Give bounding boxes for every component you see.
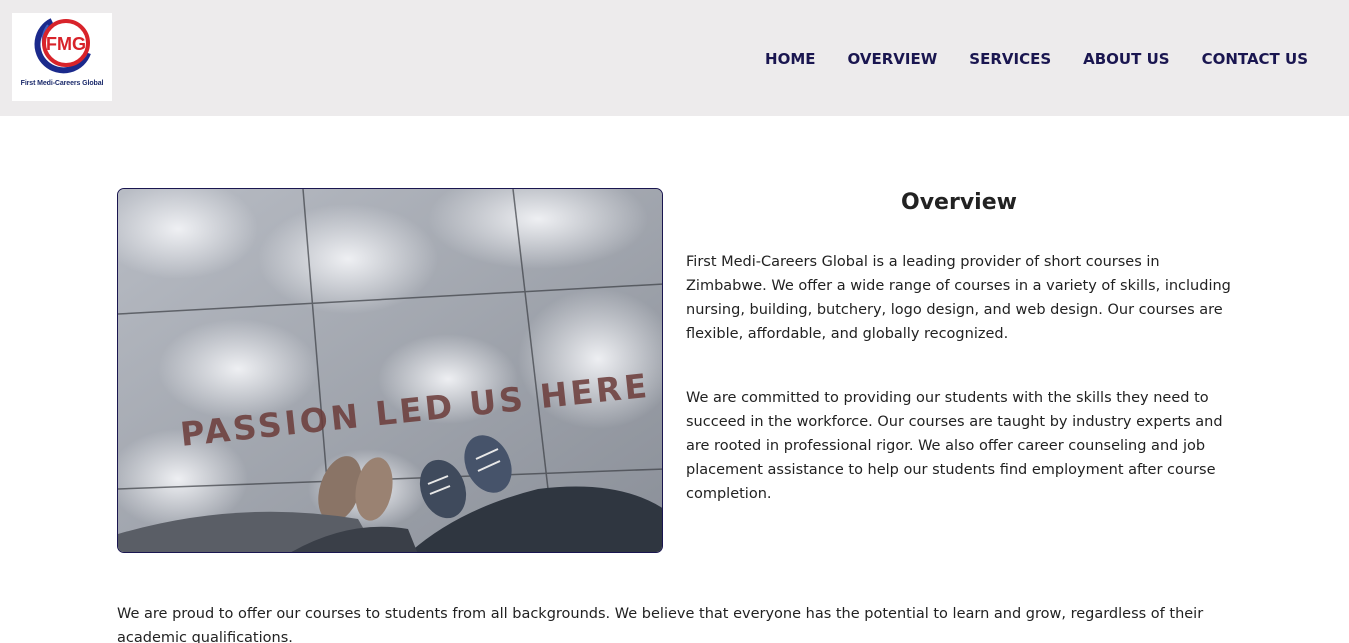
hero-image: PASSION LED US HERE [117,188,663,553]
nav-overview[interactable]: OVERVIEW [848,50,938,68]
overview-title: Overview [901,190,1017,215]
nav-contact-us[interactable]: CONTACT US [1202,50,1308,68]
nav-about-us[interactable]: ABOUT US [1083,50,1169,68]
logo-monogram: FMG [46,34,86,54]
pavement-photo: PASSION LED US HERE [118,189,662,552]
main-nav: HOME OVERVIEW SERVICES ABOUT US CONTACT … [765,48,1308,70]
overview-paragraph-2: We are committed to providing our studen… [686,390,1223,502]
site-header: FMG First Medi-Careers Global HOME OVERV… [0,0,1349,116]
site-logo[interactable]: FMG First Medi-Careers Global [12,13,112,101]
nav-home[interactable]: HOME [765,50,815,68]
inclusion-paragraph: We are proud to offer our courses to stu… [117,606,1204,643]
logo-name: First Medi-Careers Global [20,80,104,87]
logo-mark-icon: FMG [34,18,91,74]
nav-services[interactable]: SERVICES [969,50,1051,68]
overview-paragraph-1: First Medi-Careers Global is a leading p… [686,254,1231,342]
